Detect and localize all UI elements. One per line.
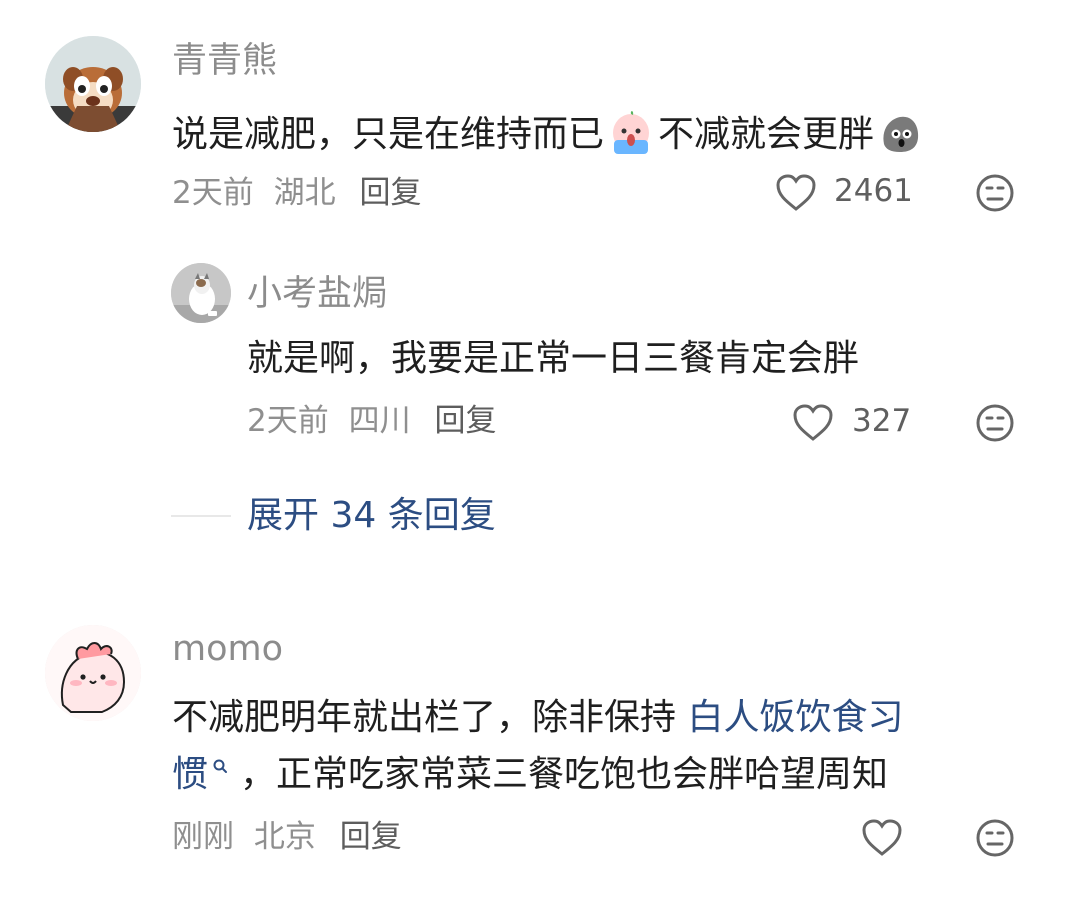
comment-text-segment: 说是减肥，只是在维持而已 [172,114,605,155]
comment-location: 北京 [253,819,316,855]
comment-text-segment: 不减肥明年就出栏了，除非保持 [172,697,688,738]
avatar-user-2[interactable] [171,263,231,323]
reply-button[interactable]: 回复 [434,403,496,439]
neutral-face-icon [976,819,1014,857]
expand-replies-link[interactable]: 展开 34 条回复 [247,494,496,538]
neutral-face-icon [976,174,1014,212]
like-count: 2461 [834,173,913,209]
neutral-face-icon [976,404,1014,442]
like-button[interactable] [774,171,818,215]
comment-text: 说是减肥，只是在维持而已 不减就会更胖 [172,110,926,160]
chipmunk-avatar-icon [45,36,141,132]
cat-avatar-icon [171,263,231,323]
comment-text-line-2: 惯 ，正常吃家常菜三餐吃饱也会胖哈望周知 [172,753,888,797]
reply-button[interactable]: 回复 [340,819,402,855]
avatar-user-1[interactable] [45,36,141,132]
shocked-rock-emoji-icon [883,116,919,152]
comment-meta: 刚刚 北京 回复 [172,818,402,856]
like-count: 327 [852,403,912,439]
expand-divider [171,515,231,517]
reply-meta: 2天前 四川 回复 [247,402,496,440]
reply-time: 2天前 [247,403,329,439]
comment-username[interactable]: 青青熊 [172,40,277,82]
heart-icon [862,819,902,856]
comment-text-segment: ，正常吃家常菜三餐吃饱也会胖哈望周知 [240,754,889,795]
dislike-button[interactable] [973,401,1017,445]
search-keyword-link[interactable]: 惯 [172,753,208,797]
search-icon[interactable] [212,758,230,776]
comment-time: 2天前 [172,175,254,211]
comment-username[interactable]: momo [172,628,283,670]
reply-text: 就是啊，我要是正常一日三餐肯定会胖 [247,338,860,379]
dislike-button[interactable] [973,816,1017,860]
dislike-button[interactable] [973,171,1017,215]
comment-location: 湖北 [273,175,336,211]
heart-icon [793,404,833,441]
comment-text-segment: 不减就会更胖 [658,114,875,155]
like-button[interactable] [791,401,835,445]
reply-button[interactable]: 回复 [359,175,421,211]
comment-time: 刚刚 [172,819,234,855]
like-button[interactable] [860,816,904,860]
heart-icon [776,174,816,211]
pink-blob-avatar-icon [45,625,141,721]
search-keyword-link[interactable]: 白人饭饮食习 [687,697,903,738]
reply-location: 四川 [348,403,411,439]
comment-meta: 2天前 湖北 回复 [172,174,421,212]
comment-text-line-1: 不减肥明年就出栏了，除非保持 白人饭饮食习 [172,696,903,740]
reply-username[interactable]: 小考盐焗 [247,273,387,315]
avatar-user-3[interactable] [45,625,141,721]
scared-face-emoji-icon [613,111,650,154]
